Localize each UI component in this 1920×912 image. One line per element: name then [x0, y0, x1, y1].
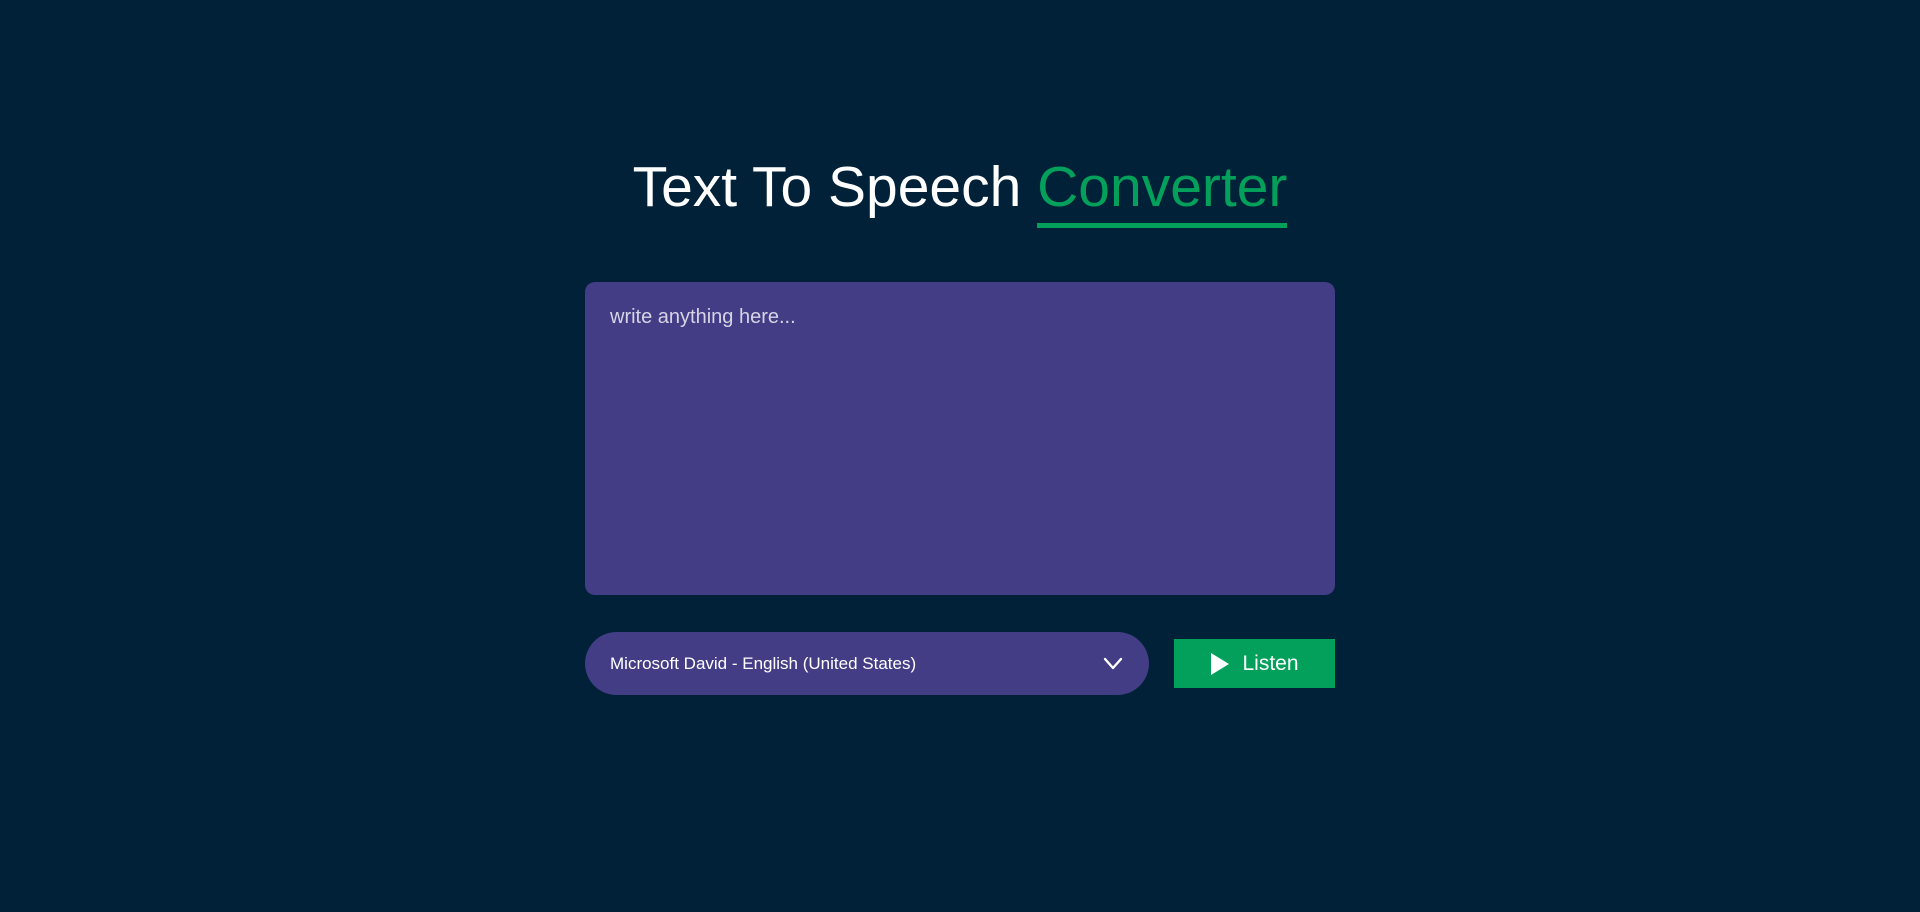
play-icon — [1211, 652, 1230, 675]
listen-button-label: Listen — [1242, 651, 1299, 675]
voice-select[interactable]: Microsoft David - English (United States… — [585, 632, 1149, 695]
page: Text To Speech Converter Microsoft David… — [0, 0, 1920, 912]
text-input[interactable] — [585, 282, 1335, 595]
page-title: Text To Speech Converter — [0, 154, 1920, 228]
voice-select-value: Microsoft David - English (United States… — [610, 653, 917, 673]
chevron-down-icon — [1103, 657, 1123, 670]
title-main: Text To Speech — [632, 155, 1022, 219]
title-accent: Converter — [1037, 155, 1288, 228]
listen-button[interactable]: Listen — [1174, 639, 1335, 688]
